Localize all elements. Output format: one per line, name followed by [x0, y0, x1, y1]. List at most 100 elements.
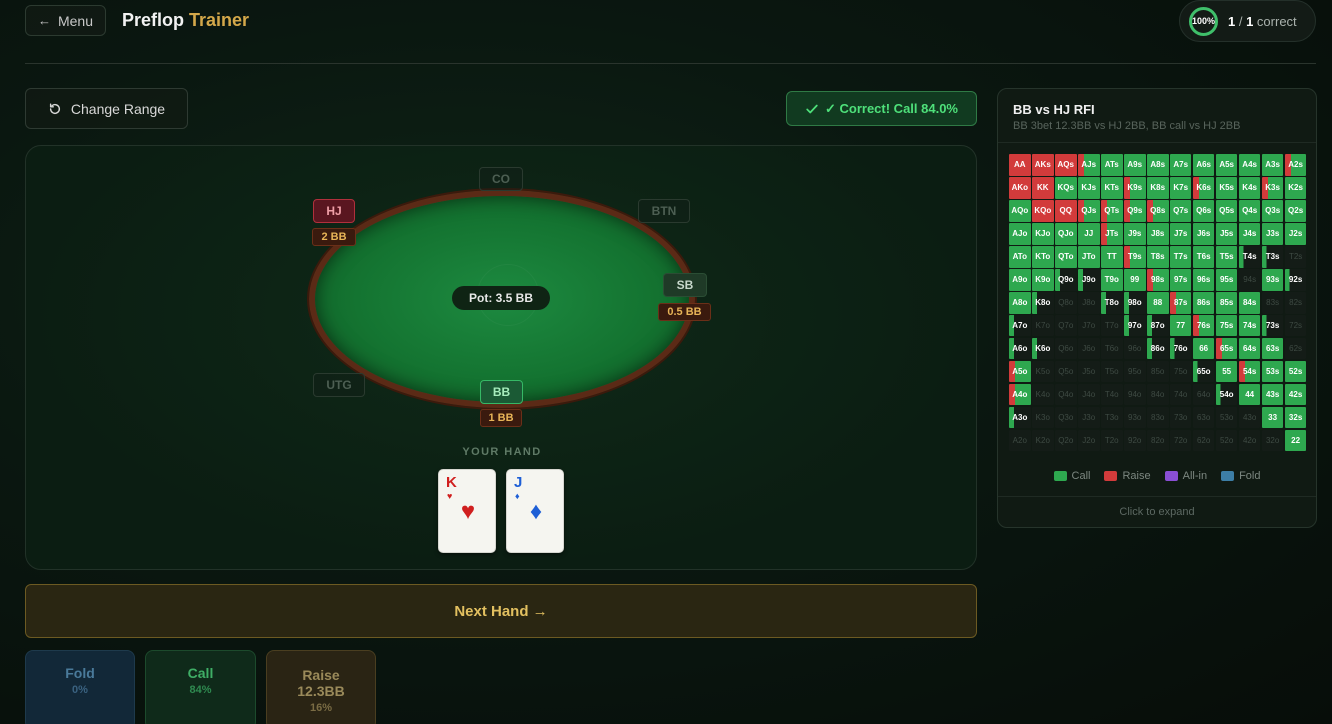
legend-label: All-in	[1182, 470, 1208, 482]
range-cell: QTo	[1054, 245, 1077, 268]
diamond-icon: ♦	[529, 498, 543, 525]
range-cell: K8s	[1146, 176, 1169, 199]
range-cell: JTs	[1100, 222, 1123, 245]
range-cell: A6o	[1009, 337, 1031, 360]
card-rank: J	[514, 474, 523, 491]
range-cell: 77	[1169, 314, 1192, 337]
range-cell: 54s	[1238, 360, 1261, 383]
range-cell: AA	[1009, 154, 1031, 176]
range-cell: 75o	[1169, 360, 1192, 383]
fold-action-button[interactable]: Fold 0%	[25, 650, 135, 724]
range-cell: 99	[1123, 268, 1146, 291]
range-cell: A5o	[1009, 360, 1031, 383]
range-cell: QTs	[1100, 199, 1123, 222]
range-cell: 74o	[1169, 383, 1192, 406]
range-cell: 76o	[1169, 337, 1192, 360]
range-cell: AJs	[1077, 154, 1100, 176]
seat-utg: UTG	[313, 373, 365, 397]
range-cell: 83o	[1146, 406, 1169, 429]
range-cell: T5o	[1100, 360, 1123, 383]
range-cell: 62s	[1284, 337, 1307, 360]
range-cell: 64s	[1238, 337, 1261, 360]
heart-icon: ♥	[460, 498, 476, 525]
range-cell: 94s	[1238, 268, 1261, 291]
seat-co: CO	[479, 167, 523, 191]
range-cell: Q6o	[1054, 337, 1077, 360]
range-cell: 84s	[1238, 291, 1261, 314]
range-cell: J2s	[1284, 222, 1307, 245]
range-cell: 97o	[1123, 314, 1146, 337]
raise-action-button[interactable]: Raise 12.3BB 16%	[266, 650, 376, 724]
menu-button[interactable]: ← Menu	[25, 5, 106, 36]
range-cell: J9o	[1077, 268, 1100, 291]
range-cell: 73o	[1169, 406, 1192, 429]
range-cell: ATo	[1009, 245, 1031, 268]
change-range-button[interactable]: Change Range	[25, 88, 188, 129]
range-cell: J5o	[1077, 360, 1100, 383]
range-cell: 64o	[1192, 383, 1215, 406]
range-cell: T2o	[1100, 429, 1123, 452]
range-cell: A5s	[1215, 154, 1238, 176]
range-cell: 63o	[1192, 406, 1215, 429]
range-cell: J2o	[1077, 429, 1100, 452]
range-cell: 32s	[1284, 406, 1307, 429]
range-cell: 55	[1215, 360, 1238, 383]
range-cell: 88	[1146, 291, 1169, 314]
range-legend: Call Raise All-in Fold	[998, 470, 1316, 482]
range-cell: T6s	[1192, 245, 1215, 268]
range-cell: Q6s	[1192, 199, 1215, 222]
range-cell: 76s	[1192, 314, 1215, 337]
range-cell: 32o	[1261, 429, 1284, 452]
range-cell: T4o	[1100, 383, 1123, 406]
action-label: Raise 12.3BB	[297, 667, 345, 699]
range-cell: 93s	[1261, 268, 1284, 291]
range-cell: KK	[1031, 176, 1054, 199]
range-cell: A4o	[1009, 383, 1031, 406]
range-cell: T6o	[1100, 337, 1123, 360]
call-action-button[interactable]: Call 84%	[145, 650, 256, 724]
range-cell: Q9o	[1054, 268, 1077, 291]
legend-swatch	[1104, 471, 1118, 481]
hole-card: J ♦ ♦	[506, 469, 564, 553]
range-cell: 94o	[1123, 383, 1146, 406]
range-chart-panel[interactable]: BB vs HJ RFI BB 3bet 12.3BB vs HJ 2BB, B…	[997, 88, 1317, 528]
range-cell: K7o	[1031, 314, 1054, 337]
title-main: Preflop	[122, 10, 185, 30]
range-cell: TT	[1100, 245, 1123, 268]
title-accent: Trainer	[189, 10, 250, 30]
range-cell: K3o	[1031, 406, 1054, 429]
range-cell: K7s	[1169, 176, 1192, 199]
range-cell: 54o	[1215, 383, 1238, 406]
range-cell: 82o	[1146, 429, 1169, 452]
range-cell: Q2s	[1284, 199, 1307, 222]
score-sep: /	[1235, 13, 1247, 29]
back-arrow-icon: ←	[37, 13, 51, 28]
range-cell: 86s	[1192, 291, 1215, 314]
range-cell: KTo	[1031, 245, 1054, 268]
range-cell: T2s	[1284, 245, 1307, 268]
range-cell: J8o	[1077, 291, 1100, 314]
legend-swatch	[1164, 471, 1178, 481]
range-cell: Q5o	[1054, 360, 1077, 383]
feedback-badge: ✓ Correct! Call 84.0%	[786, 91, 977, 126]
range-cell: 42o	[1238, 429, 1261, 452]
range-cell: AJo	[1009, 222, 1031, 245]
range-cell: A9s	[1123, 154, 1146, 176]
range-cell: 72s	[1284, 314, 1307, 337]
stack-hj: 2 BB	[312, 228, 356, 246]
score-badge: 100% 1 / 1 correct	[1179, 0, 1316, 42]
next-hand-button[interactable]: Next Hand →	[25, 584, 977, 638]
range-cell: J8s	[1146, 222, 1169, 245]
hole-card: K ♥ ♥	[438, 469, 496, 553]
range-cell: 83s	[1261, 291, 1284, 314]
range-cell: JTo	[1077, 245, 1100, 268]
range-cell: K5o	[1031, 360, 1054, 383]
range-cell: 75s	[1215, 314, 1238, 337]
range-cell: 84o	[1146, 383, 1169, 406]
range-cell: 74s	[1238, 314, 1261, 337]
range-cell: 72o	[1169, 429, 1192, 452]
range-cell: A3s	[1261, 154, 1284, 176]
top-bar: ← Menu Preflop Trainer 100% 1 / 1 correc…	[0, 0, 1332, 64]
range-cell: 95s	[1215, 268, 1238, 291]
range-cell: A8s	[1146, 154, 1169, 176]
